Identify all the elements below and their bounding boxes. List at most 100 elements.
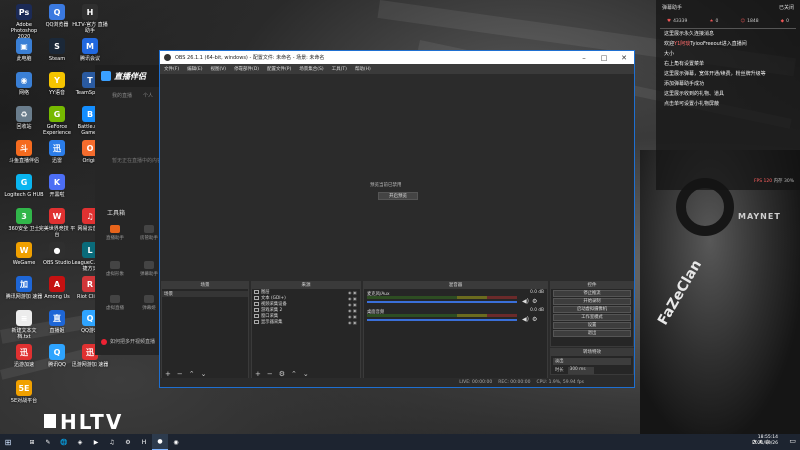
app-icon: Q [49,4,65,20]
desktop-icon[interactable]: M 腾讯会议 [70,38,110,62]
scene-list-item[interactable]: 场景 [162,291,248,297]
helper-tool[interactable]: 虚拟形象 [103,261,127,277]
source-item[interactable]: 显示器采集 ◉ ▣ [252,319,360,325]
duration-label: 时长 [555,368,564,373]
chat-close-toggle[interactable]: 已关闭 [779,4,794,11]
obs-window[interactable]: OBS 26.1.1 (64-bit, windows) - 配置文件: 未命名… [159,50,635,388]
helper-tab-personal[interactable]: 个人 [143,92,153,99]
desktop-icon[interactable]: H HLTV-官方 直播助手 [70,4,110,34]
audio-mixer-dock: 混音器 麦克风/Aux 0.0 dB ◀) ⚙ 桌面音频 0.0 dB ◀) ⚙ [363,281,548,379]
helper-tool[interactable]: 房管助手 [137,225,161,241]
app-icon: ♻ [16,106,32,122]
source-list: 图层 ◉ ▣ 文本 (GDI+) ◉ ▣ 视频采集设备 ◉ ▣ 游戏采集 2 ◉ ▣ 窗口采集 ◉ ▣ 显示器… [252,289,360,325]
menu-item[interactable]: 场景集合(S) [299,66,323,72]
channel-gear-icon[interactable]: ⚙ [532,316,537,323]
menu-item[interactable]: 工具(T) [332,66,347,72]
helper-tool[interactable]: 弹幕助手 [137,261,161,277]
tool-label: 弹幕姬 [142,306,156,311]
add-source-icon[interactable]: + [255,370,261,378]
stat-icon: ◆ [780,18,785,24]
menu-item[interactable]: 视图(V) [210,66,226,72]
lock-icon[interactable]: ▣ [353,308,358,313]
lock-icon[interactable]: ▣ [353,296,358,301]
move-down-icon[interactable]: ⌄ [303,370,309,378]
close-button[interactable]: ✕ [614,54,634,62]
desktop-icon-label: 5E对战平台 [10,398,38,404]
chat-footer: FPS 120 内存 30% [656,178,800,184]
channel-gear-icon[interactable]: ⚙ [532,298,537,305]
chat-message-text: 点击单可设置小礼物屏蔽 [664,101,720,107]
tool-label: 虚拟形象 [106,272,124,277]
add-scene-icon[interactable]: + [165,370,171,378]
lock-icon[interactable]: ▣ [353,320,358,325]
desktop-icon[interactable]: K 开黑啦 [37,174,77,198]
desktop-icon[interactable]: 5E 5E对战平台 [4,380,44,404]
volume-slider[interactable] [367,319,517,321]
app-icon: Q [49,344,65,360]
taskbar-app-icon[interactable]: ⊞ [24,434,40,450]
taskbar-app-icon[interactable]: ● [152,434,168,450]
chat-stats-row: ♥ 43339 ★ 0 ☺ 1848 ◆ 0 [656,14,800,28]
mixer-dock-title: 混音器 [364,282,547,289]
transition-select[interactable]: 淡出 [553,358,631,365]
chat-message-text: 大小 [664,51,675,57]
taskbar-clock[interactable]: 18:55:14 2021/10/26 [752,435,778,447]
helper-tool[interactable]: 直播助手 [103,225,127,241]
helper-tool[interactable]: 虚拟直播 [103,295,127,311]
control-button[interactable]: 停止推流 [553,290,631,297]
taskbar-app-icon[interactable]: ▶ [88,434,104,450]
lock-icon[interactable]: ▣ [353,290,358,295]
control-button[interactable]: 启动虚拟摄像机 [553,306,631,313]
preview-disabled-message: 预览当前已禁用 [370,183,402,188]
duration-input[interactable]: 300 ms [567,367,594,374]
menu-item[interactable]: 帮助(H) [355,66,371,72]
helper-tool[interactable]: 弹幕姬 [137,295,161,311]
hltv-logo: HLTV [60,410,124,434]
notification-icon[interactable]: ▭ [789,437,796,445]
chat-message-text: 这里展示收到的礼物、道具 [664,91,725,97]
chat-message: 这里展示永久连接消息 [656,29,800,39]
menu-item[interactable]: 配置文件(P) [267,66,291,72]
remove-source-icon[interactable]: − [267,370,273,378]
start-button[interactable]: ⊞ [0,434,16,450]
helper-tab-my-live[interactable]: 我的直播 [112,92,132,99]
speaker-icon[interactable]: ◀) [522,298,529,305]
move-up-icon[interactable]: ⌃ [291,370,297,378]
mixer-channel: 麦克风/Aux 0.0 dB ◀) ⚙ [364,289,547,307]
move-down-icon[interactable]: ⌄ [201,370,207,378]
move-up-icon[interactable]: ⌃ [189,370,195,378]
taskbar-app-icon[interactable]: H [136,434,152,450]
tool-label: 弹幕助手 [140,272,158,277]
minimize-button[interactable]: – [574,54,594,62]
maximize-button[interactable]: □ [594,54,614,62]
app-icon: W [16,242,32,258]
remove-scene-icon[interactable]: − [177,370,183,378]
lock-icon[interactable]: ▣ [353,314,358,319]
enable-preview-button[interactable]: 开启预览 [378,192,418,200]
menu-item[interactable]: 停靠部件(D) [234,66,259,72]
speaker-icon[interactable]: ◀) [522,316,529,323]
taskbar-app-icon[interactable]: ♫ [104,434,120,450]
volume-slider[interactable] [367,301,517,303]
source-settings-icon[interactable]: ⚙ [279,370,285,378]
menu-item[interactable]: 文件(F) [164,66,179,72]
control-button[interactable]: 开始录制 [553,298,631,305]
control-button[interactable]: 工作室模式 [553,314,631,321]
lock-icon[interactable]: ▣ [353,302,358,307]
taskbar-app-list: ⊞ ✎ 🌐 ◈ ▶ ♫ ⚙ H ● ◉ [24,434,184,450]
taskbar-app-icon[interactable]: ⚙ [120,434,136,450]
taskbar-app-icon[interactable]: ✎ [40,434,56,450]
danmaku-chat-overlay[interactable]: 弹幕助手 已关闭 ♥ 43339 ★ 0 ☺ 1848 ◆ 0 这里展示永久连接消息 欢迎Y1阿… [656,0,800,190]
taskbar-app-icon[interactable]: 🌐 [56,434,72,450]
chat-stat: ★ 0 [709,19,718,24]
obs-titlebar[interactable]: OBS 26.1.1 (64-bit, windows) - 配置文件: 未命名… [160,51,634,64]
obs-preview-area[interactable]: 预览当前已禁用 开启预览 [160,74,634,306]
app-icon: ◉ [16,72,32,88]
menu-item[interactable]: 编辑(E) [187,66,202,72]
chat-message: 这里展示弹幕，宽体开通/续费，粉丝牌升级等 [656,69,800,79]
helper-footer[interactable]: 如何把多开视频直播 [101,338,155,345]
control-button[interactable]: 退出 [553,330,631,337]
taskbar-app-icon[interactable]: ◉ [168,434,184,450]
control-button[interactable]: 设置 [553,322,631,329]
taskbar-app-icon[interactable]: ◈ [72,434,88,450]
